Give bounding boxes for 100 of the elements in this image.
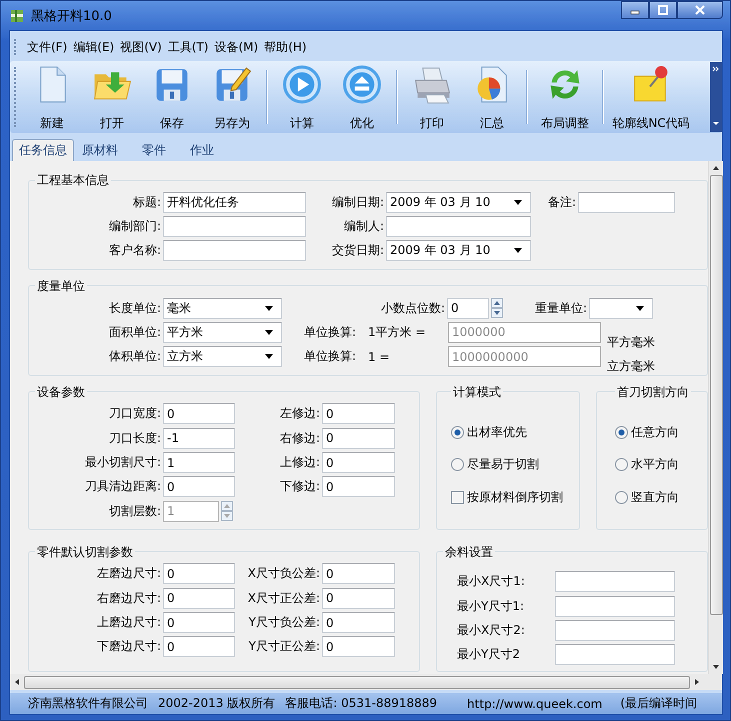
checkbox[interactable] xyxy=(451,490,464,504)
tab[interactable]: 原材料 xyxy=(76,140,124,161)
field-label: 小数点位数: xyxy=(380,300,446,317)
field-label: 1 = xyxy=(368,350,391,364)
unit-label: 平方毫米 xyxy=(607,334,655,351)
dropdown[interactable]: 毫米 xyxy=(163,298,282,319)
text-field[interactable]: 0 xyxy=(163,563,235,584)
close-button[interactable] xyxy=(677,1,723,19)
field-label: 最小Y尺寸2 xyxy=(456,646,521,664)
group-title: 计算模式 xyxy=(452,384,502,400)
toolbar-button[interactable]: 打开 xyxy=(82,62,142,132)
tab[interactable]: 任务信息 xyxy=(12,139,74,161)
group-title: 设备参数 xyxy=(36,384,86,400)
radio-button[interactable] xyxy=(615,490,628,504)
group-title: 工程基本信息 xyxy=(36,172,110,188)
field-label: 长度单位: xyxy=(108,300,162,317)
text-field[interactable]: 开料优化任务 xyxy=(163,192,306,213)
menu-item[interactable]: 文件(F) xyxy=(24,38,70,56)
spinner-icon xyxy=(491,298,503,318)
eject-icon xyxy=(341,64,383,105)
text-field[interactable] xyxy=(555,644,675,666)
vertical-scrollbar[interactable] xyxy=(708,161,723,674)
menu-item[interactable]: 设备(M) xyxy=(212,38,262,56)
dropdown[interactable]: 平方米 xyxy=(163,322,282,343)
toolbar-button[interactable]: 另存为 xyxy=(202,62,262,132)
toolbar-button[interactable]: 新建 xyxy=(22,62,82,132)
text-field[interactable]: 1 xyxy=(163,452,235,474)
text-field[interactable]: 0 xyxy=(163,476,235,498)
dropdown[interactable]: 立方米 xyxy=(163,346,282,368)
field-label: 交货日期: xyxy=(330,242,385,260)
text-field[interactable]: -1 xyxy=(163,428,235,449)
tab[interactable]: 作业 xyxy=(184,140,220,161)
dropdown[interactable] xyxy=(589,298,653,319)
date-picker[interactable]: 2009 年 03 月 10 xyxy=(386,192,531,213)
text-field[interactable]: 0 xyxy=(322,588,395,609)
text-field[interactable] xyxy=(163,240,306,262)
group-title: 零件默认切割参数 xyxy=(36,544,134,560)
toolbar-button[interactable]: 轮廓线NC代码 xyxy=(608,62,694,132)
caret-icon xyxy=(514,200,522,205)
field-label: 1平方米 = xyxy=(368,324,427,341)
scrollbar-thumb[interactable] xyxy=(24,676,690,688)
radio-button[interactable] xyxy=(451,426,464,439)
minimize-button[interactable] xyxy=(621,1,649,19)
grip-handle[interactable] xyxy=(14,39,18,55)
text-field[interactable]: 0 xyxy=(322,452,395,474)
group-title: 首刀切割方向 xyxy=(616,384,690,400)
field-label: 切割层数: xyxy=(108,502,162,520)
scrollbar-thumb[interactable] xyxy=(710,175,722,615)
group-title: 度量单位 xyxy=(36,278,86,294)
text-field[interactable]: 0 xyxy=(163,588,235,609)
text-field[interactable] xyxy=(555,571,675,592)
radio-button[interactable] xyxy=(615,458,628,472)
field-label: Y尺寸负公差: xyxy=(248,614,321,632)
horizontal-scrollbar[interactable] xyxy=(10,674,722,690)
toolbar-button[interactable]: 布局调整 xyxy=(532,62,598,132)
field-label: 编制日期: xyxy=(330,194,385,211)
text-field[interactable]: 0 xyxy=(163,403,235,424)
grip-handle[interactable] xyxy=(14,67,18,127)
field-label: 最小Y尺寸1: xyxy=(456,598,526,615)
text-field[interactable] xyxy=(163,216,306,237)
menu-item[interactable]: 帮助(H) xyxy=(261,38,310,56)
radio-button[interactable] xyxy=(615,426,628,439)
field-label: 单位换算: xyxy=(304,324,358,341)
text-field[interactable]: 0 xyxy=(163,612,235,634)
menu-item[interactable]: 编辑(E) xyxy=(70,38,118,56)
tab[interactable]: 零件 xyxy=(136,140,172,161)
menu-item[interactable]: 工具(T) xyxy=(164,38,212,56)
maximize-icon xyxy=(657,5,669,15)
caret-icon xyxy=(636,306,644,311)
text-field[interactable]: 0 xyxy=(163,636,235,658)
text-field[interactable] xyxy=(555,596,675,617)
maximize-button[interactable] xyxy=(649,1,677,19)
field-label: 体积单位: xyxy=(108,348,162,366)
toolbar-button[interactable]: 优化 xyxy=(332,62,392,132)
toolbar-button[interactable]: 保存 xyxy=(142,62,202,132)
text-field[interactable]: 0 xyxy=(322,563,395,584)
field-label: 标题: xyxy=(132,194,162,211)
text-field[interactable] xyxy=(578,192,675,213)
field-label: 右修边: xyxy=(278,430,321,447)
radio-button[interactable] xyxy=(451,458,464,472)
field-label: 下磨边尺寸: xyxy=(96,638,162,656)
text-field[interactable]: 0 xyxy=(322,476,395,498)
text-field[interactable]: 0 xyxy=(322,403,395,424)
field-label: 单位换算: xyxy=(304,348,358,366)
date-picker[interactable]: 2009 年 03 月 10 xyxy=(386,240,531,262)
menu-item[interactable]: 视图(V) xyxy=(117,38,165,56)
window-title: 黑格开料10.0 xyxy=(31,8,112,24)
spinner-icon xyxy=(221,501,233,522)
text-field[interactable]: 0 xyxy=(322,428,395,449)
text-field[interactable] xyxy=(386,216,531,237)
toolbar-button[interactable]: 打印 xyxy=(402,62,462,132)
caret-icon xyxy=(265,354,273,360)
text-field[interactable]: 0 xyxy=(322,612,395,634)
field-label: 刀口宽度: xyxy=(108,405,162,422)
toolbar-button[interactable]: 计算 xyxy=(272,62,332,132)
text-field[interactable] xyxy=(555,620,675,642)
toolbar-overflow-button[interactable] xyxy=(710,62,722,132)
close-icon xyxy=(694,5,706,15)
toolbar-button[interactable]: 汇总 xyxy=(462,62,522,132)
text-field[interactable]: 0 xyxy=(322,636,395,658)
